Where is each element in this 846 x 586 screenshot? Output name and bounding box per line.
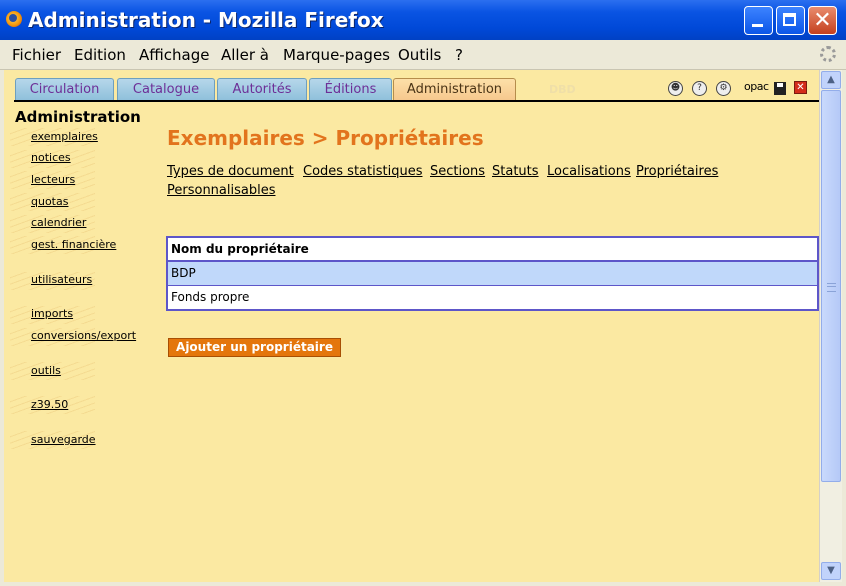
firefox-icon [6, 11, 22, 27]
link-types-de-document[interactable]: Types de document [167, 164, 294, 179]
vertical-scrollbar[interactable]: ▲ ▼ [819, 70, 842, 582]
scroll-down-icon[interactable]: ▼ [821, 562, 841, 580]
page-content: Circulation Catalogue Autorités Éditions… [4, 70, 819, 582]
sidebar-item-sauvegarde[interactable]: sauvegarde [31, 433, 96, 446]
sidebar-item-gest-financiere[interactable]: gest. financière [31, 238, 116, 251]
sidebar-item-lecteurs[interactable]: lecteurs [31, 173, 75, 186]
window-title-bar[interactable]: Administration - Mozilla Firefox ✕ [0, 0, 846, 41]
menu-affichage[interactable]: Affichage [139, 46, 209, 64]
sidebar-title: Administration [15, 108, 141, 126]
table-row[interactable]: Fonds propre [168, 286, 817, 309]
table-header: Nom du propriétaire [168, 238, 817, 262]
minimize-button[interactable] [744, 6, 773, 35]
menu-help[interactable]: ? [455, 46, 463, 64]
menu-bar: Fichier Edition Affichage Aller à Marque… [0, 40, 846, 70]
close-icon: ✕ [813, 8, 832, 33]
page-title: Exemplaires > Propriétaires [167, 126, 484, 150]
help-icon[interactable]: ? [692, 81, 707, 96]
throbber-icon [820, 46, 836, 62]
link-localisations[interactable]: Localisations [547, 164, 631, 179]
sidebar-item-z3950[interactable]: z39.50 [31, 398, 68, 411]
sidebar-item-outils[interactable]: outils [31, 364, 61, 377]
sidebar-item-conversions-export[interactable]: conversions/export [31, 329, 136, 342]
link-proprietaires[interactable]: Propriétaires [636, 164, 718, 179]
menu-marque-pages[interactable]: Marque-pages [283, 46, 390, 64]
maximize-button[interactable] [776, 6, 805, 35]
sidebar-item-calendrier[interactable]: calendrier [31, 216, 86, 229]
sidebar-item-exemplaires[interactable]: exemplaires [31, 130, 98, 143]
link-codes-statistiques[interactable]: Codes statistiques [303, 164, 422, 179]
sidebar-item-notices[interactable]: notices [31, 151, 71, 164]
sidebar-item-quotas[interactable]: quotas [31, 195, 68, 208]
menu-outils[interactable]: Outils [398, 46, 441, 64]
menu-fichier[interactable]: Fichier [12, 46, 61, 64]
menu-edition[interactable]: Edition [74, 46, 126, 64]
link-personnalisables[interactable]: Personnalisables [167, 183, 276, 198]
logout-icon[interactable]: ✕ [794, 81, 807, 94]
sidebar-item-utilisateurs[interactable]: utilisateurs [31, 273, 92, 286]
menu-aller-a[interactable]: Aller à [221, 46, 269, 64]
tabs-divider [14, 100, 819, 102]
tab-ghost-label: DBD [549, 83, 576, 96]
owners-table: Nom du propriétaire BDP Fonds propre [166, 236, 819, 311]
tab-autorites[interactable]: Autorités [217, 78, 307, 100]
scrollbar-grip-icon [827, 283, 836, 292]
save-icon[interactable] [774, 82, 786, 95]
link-statuts[interactable]: Statuts [492, 164, 539, 179]
sidebar-item-imports[interactable]: imports [31, 307, 73, 320]
close-window-button[interactable]: ✕ [808, 6, 837, 35]
tab-administration[interactable]: Administration [393, 78, 516, 100]
window-title: Administration - Mozilla Firefox [28, 8, 384, 32]
link-sections[interactable]: Sections [430, 164, 485, 179]
opac-link[interactable]: opac [744, 80, 769, 93]
tab-editions[interactable]: Éditions [309, 78, 392, 100]
scroll-up-icon[interactable]: ▲ [821, 71, 841, 89]
user-icon[interactable]: ☻ [668, 81, 683, 96]
add-owner-button[interactable]: Ajouter un propriétaire [168, 338, 341, 357]
tab-catalogue[interactable]: Catalogue [117, 78, 215, 100]
table-row[interactable]: BDP [168, 262, 817, 286]
scrollbar-thumb[interactable] [821, 90, 841, 482]
tab-circulation[interactable]: Circulation [15, 78, 114, 100]
settings-icon[interactable]: ⚙ [716, 81, 731, 96]
